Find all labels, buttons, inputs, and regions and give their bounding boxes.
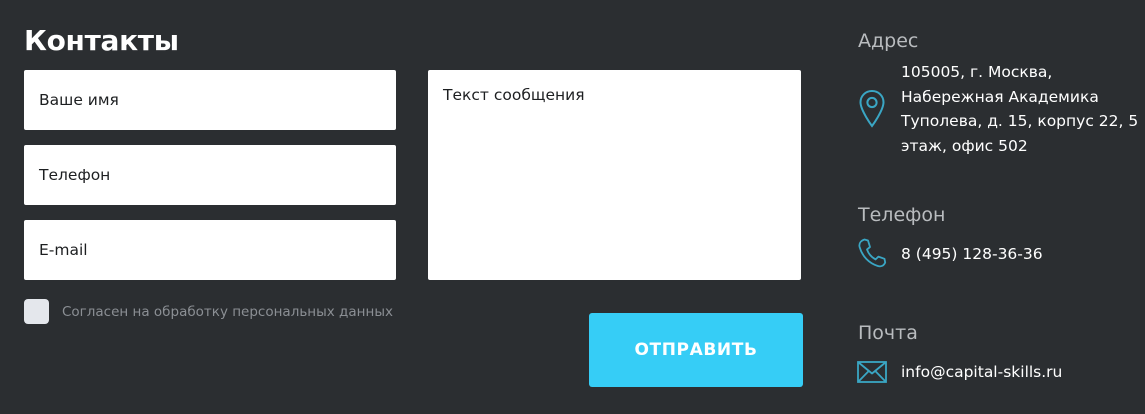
name-input[interactable]: Ваше имя [24, 70, 396, 130]
address-text: 105005, г. Москва, Набережная Академика … [901, 63, 1139, 155]
address-title: Адрес [858, 30, 919, 52]
email-input[interactable]: E-mail [24, 220, 396, 280]
phone-icon [857, 237, 887, 269]
phone-title: Телефон [858, 204, 946, 226]
envelope-icon [857, 361, 887, 383]
submit-button-label: ОТПРАВИТЬ [634, 340, 758, 360]
phone-text[interactable]: 8 (495) 128-36-36 [901, 242, 1043, 267]
submit-button[interactable]: ОТПРАВИТЬ [589, 313, 803, 387]
mail-title: Почта [858, 322, 918, 344]
consent-checkbox[interactable] [24, 299, 49, 324]
mail-text[interactable]: info@capital-skills.ru [901, 360, 1062, 385]
email-placeholder: E-mail [39, 241, 88, 259]
message-textarea[interactable]: Текст сообщения [428, 70, 801, 280]
name-placeholder: Ваше имя [39, 91, 119, 109]
page-title: Контакты [24, 24, 179, 57]
phone-placeholder: Телефон [39, 166, 111, 184]
phone-input[interactable]: Телефон [24, 145, 396, 205]
consent-label: Согласен на обработку персональных данны… [62, 303, 393, 320]
consent-row[interactable]: Согласен на обработку персональных данны… [24, 299, 393, 324]
message-placeholder: Текст сообщения [443, 86, 585, 104]
map-pin-icon [858, 89, 886, 129]
